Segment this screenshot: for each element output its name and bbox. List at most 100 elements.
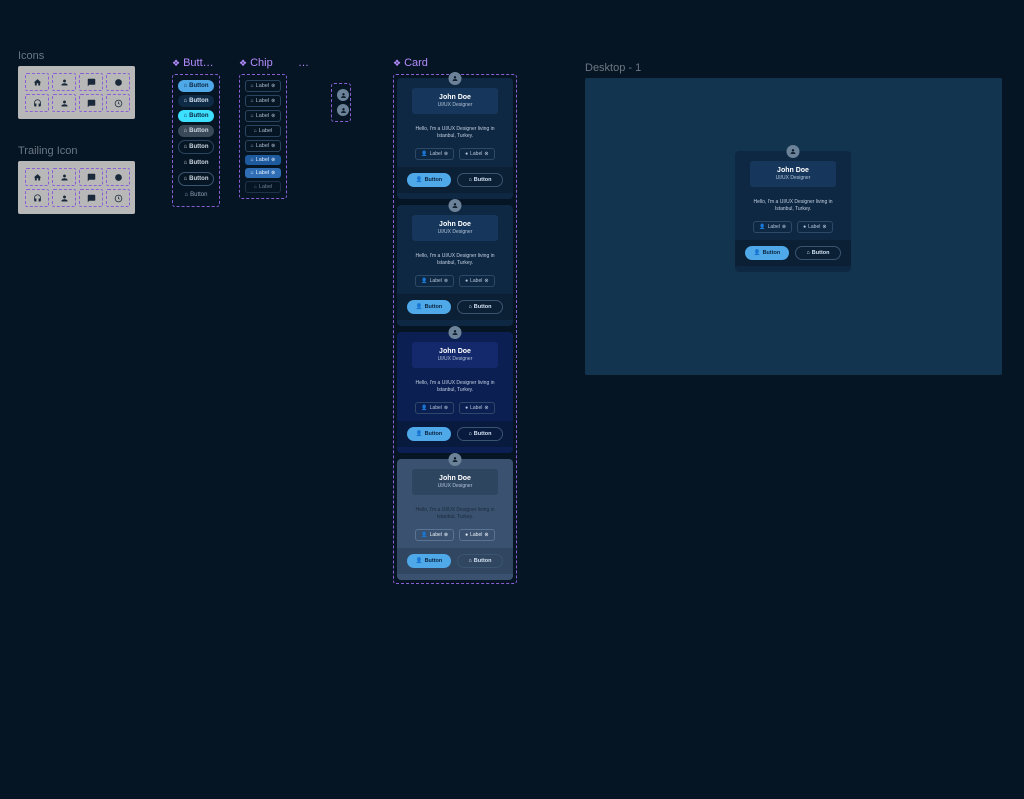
button-primary[interactable]: ⌂Button xyxy=(178,80,214,92)
home-icon: ⌂ xyxy=(254,184,257,190)
chip-outline-3[interactable]: ⌂Label⊗ xyxy=(245,110,281,122)
card-chip-2[interactable]: ●Label⊗ xyxy=(459,529,494,541)
card-secondary-button[interactable]: ⌂Button xyxy=(457,554,503,568)
home-icon[interactable] xyxy=(25,73,49,91)
card-chip-2[interactable]: ●Label⊗ xyxy=(459,275,494,287)
card-variant-1[interactable]: John Doe UI/UX Designer Hello, I'm a UI/… xyxy=(397,78,513,199)
card-variant-4[interactable]: John Doe UI/UX Designer Hello, I'm a UI/… xyxy=(397,459,513,580)
card-chip-2[interactable]: ●Label⊗ xyxy=(459,148,494,160)
desktop-card[interactable]: John Doe UI/UX Designer Hello, I'm a UI/… xyxy=(735,151,851,272)
card-role: UI/UX Designer xyxy=(416,102,494,108)
chip-dim[interactable]: ⌂Label xyxy=(245,181,281,193)
chat-icon: ● xyxy=(465,278,468,284)
card-secondary-button[interactable]: ⌂Button xyxy=(457,300,503,314)
button-outline[interactable]: ⌂Button xyxy=(178,140,214,154)
chat-icon: ● xyxy=(465,405,468,411)
card-primary-button[interactable]: 👤Button xyxy=(407,427,451,441)
card-variant-3[interactable]: John Doe UI/UX Designer Hello, I'm a UI/… xyxy=(397,332,513,453)
home-icon: ⌂ xyxy=(185,192,189,198)
card-secondary-button[interactable]: ⌂Button xyxy=(457,173,503,187)
card-chip-1[interactable]: 👤Label⊗ xyxy=(753,221,792,233)
chip-outline-noicon[interactable]: ⌂Label xyxy=(245,125,281,137)
headset-icon[interactable] xyxy=(25,189,49,207)
button-cyan[interactable]: ⌂Button xyxy=(178,110,214,122)
close-icon: ⊗ xyxy=(271,143,275,149)
close-icon: ⊗ xyxy=(782,224,786,230)
info-icon[interactable] xyxy=(106,168,130,186)
person-icon: 👤 xyxy=(416,558,423,564)
close-icon: ⊗ xyxy=(822,224,826,230)
close-icon: ⊗ xyxy=(271,157,275,163)
card-bio: Hello, I'm a UI/UX Designer living in Is… xyxy=(735,193,851,218)
card-title: ❖Card xyxy=(393,57,517,69)
chip-section: ❖Chip ⌂Label⊗ ⌂Label⊗ ⌂Label⊗ ⌂Label ⌂La… xyxy=(239,57,287,199)
desktop-canvas[interactable]: John Doe UI/UX Designer Hello, I'm a UI/… xyxy=(585,78,1002,375)
chip-blue[interactable]: ⌂Label⊗ xyxy=(245,155,281,165)
component-icon: ❖ xyxy=(172,58,180,69)
card-header: John Doe UI/UX Designer xyxy=(412,215,498,241)
home-icon[interactable] xyxy=(25,168,49,186)
chat-icon[interactable] xyxy=(79,73,103,91)
chip-outline-4[interactable]: ⌂Label⊗ xyxy=(245,140,281,152)
buttons-section: ❖Butt… ⌂Button ⌂Button ⌂Button ⌂Button ⌂… xyxy=(172,57,220,207)
card-secondary-button[interactable]: ⌂Button xyxy=(795,246,841,260)
chip-outline[interactable]: ⌂Label⊗ xyxy=(245,80,281,92)
home-icon: ⌂ xyxy=(184,83,188,89)
card-chip-row: 👤Label⊗ ●Label⊗ xyxy=(735,218,851,240)
home-icon: ⌂ xyxy=(468,177,471,183)
card-primary-button[interactable]: 👤Button xyxy=(745,246,789,260)
home-icon: ⌂ xyxy=(251,83,254,89)
avatar-icon-2[interactable] xyxy=(337,104,349,116)
card-secondary-button[interactable]: ⌂Button xyxy=(457,427,503,441)
person-icon: 👤 xyxy=(416,431,423,437)
avatar-icon xyxy=(449,453,462,466)
card-chip-2[interactable]: ●Label⊗ xyxy=(797,221,832,233)
home-icon: ⌂ xyxy=(254,128,257,134)
card-role: UI/UX Designer xyxy=(416,229,494,235)
home-icon: ⌂ xyxy=(184,113,188,119)
card-primary-button[interactable]: 👤Button xyxy=(407,173,451,187)
card-chip-row: 👤Label⊗ ●Label⊗ xyxy=(397,526,513,548)
card-chip-1[interactable]: 👤Label⊗ xyxy=(415,275,454,287)
card-header: John Doe UI/UX Designer xyxy=(750,161,836,187)
card-chip-row: 👤Label⊗ ●Label⊗ xyxy=(397,399,513,421)
card-chip-1[interactable]: 👤Label⊗ xyxy=(415,529,454,541)
chip-outline-2[interactable]: ⌂Label⊗ xyxy=(245,95,281,107)
card-primary-button[interactable]: 👤Button xyxy=(407,300,451,314)
card-name: John Doe xyxy=(754,167,832,174)
person-icon: 👤 xyxy=(754,250,761,256)
chat-icon-2[interactable] xyxy=(79,94,103,112)
home-icon: ⌂ xyxy=(468,431,471,437)
clock-icon[interactable] xyxy=(106,94,130,112)
icons-section: Icons xyxy=(18,50,135,119)
info-icon[interactable] xyxy=(106,73,130,91)
person-icon[interactable] xyxy=(52,168,76,186)
card-chip-2[interactable]: ●Label⊗ xyxy=(459,402,494,414)
headset-icon[interactable] xyxy=(25,94,49,112)
chip-light[interactable]: ⌂Label⊗ xyxy=(245,168,281,178)
avatar-icon[interactable] xyxy=(337,89,349,101)
clock-icon[interactable] xyxy=(106,189,130,207)
button-ghost[interactable]: ⌂Button xyxy=(178,157,214,169)
card-primary-button[interactable]: 👤Button xyxy=(407,554,451,568)
button-variants-frame: ⌂Button ⌂Button ⌂Button ⌂Button ⌂Button … xyxy=(172,74,220,207)
chat-icon[interactable] xyxy=(79,168,103,186)
button-outline-2[interactable]: ⌂Button xyxy=(178,172,214,186)
misc-section: … xyxy=(298,57,351,122)
card-chip-1[interactable]: 👤Label⊗ xyxy=(415,402,454,414)
avatar-icon xyxy=(449,326,462,339)
person-icon[interactable] xyxy=(52,73,76,91)
card-bio: Hello, I'm a UI/UX Designer living in Is… xyxy=(397,247,513,272)
card-chip-1[interactable]: 👤Label⊗ xyxy=(415,148,454,160)
chat-icon-2[interactable] xyxy=(79,189,103,207)
button-ghost-2[interactable]: ⌂Button xyxy=(178,189,214,201)
card-variant-2[interactable]: John Doe UI/UX Designer Hello, I'm a UI/… xyxy=(397,205,513,326)
person-icon-2[interactable] xyxy=(52,94,76,112)
button-dark[interactable]: ⌂Button xyxy=(178,95,214,107)
close-icon: ⊗ xyxy=(484,278,488,284)
home-icon: ⌂ xyxy=(251,98,254,104)
person-icon-2[interactable] xyxy=(52,189,76,207)
close-icon: ⊗ xyxy=(444,405,448,411)
button-gray[interactable]: ⌂Button xyxy=(178,125,214,137)
card-footer: 👤Button ⌂Button xyxy=(397,421,513,447)
